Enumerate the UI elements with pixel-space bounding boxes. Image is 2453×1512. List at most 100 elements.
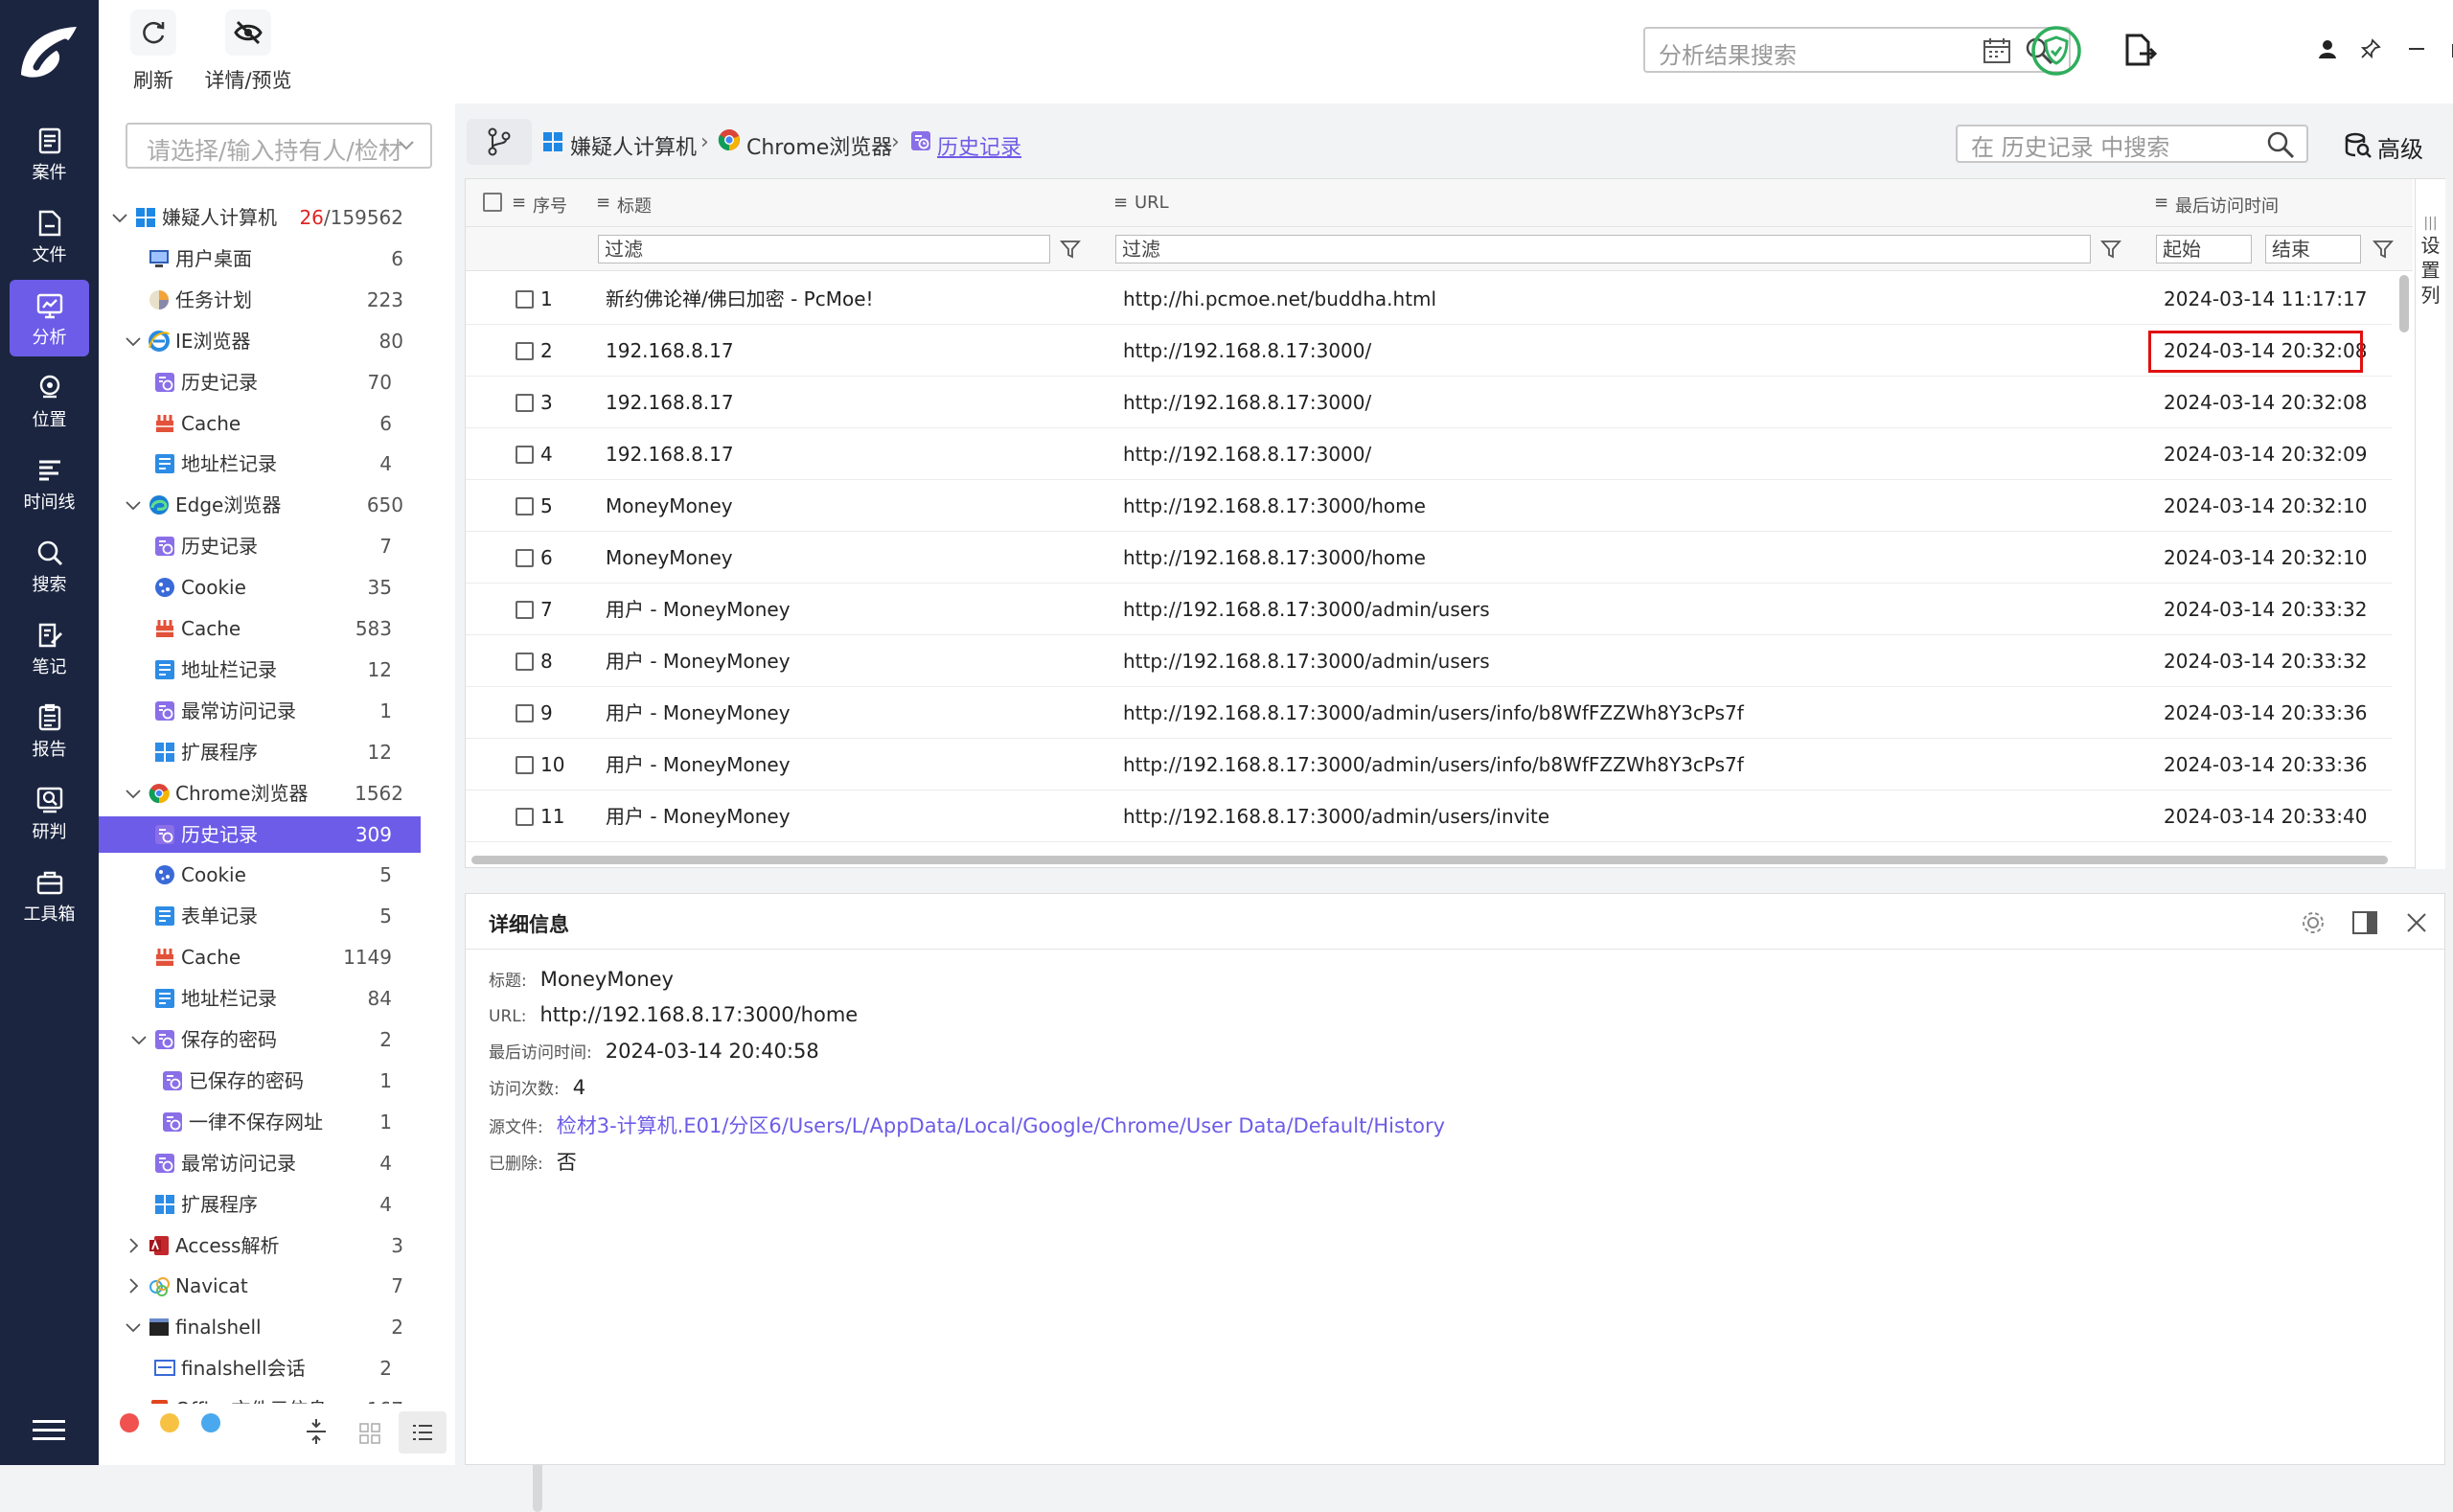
advanced-search-icon[interactable]	[2345, 132, 2372, 159]
nav-item-case[interactable]: 案件	[10, 115, 89, 192]
holder-select[interactable]: 请选择/输入持有人/检材	[126, 123, 432, 169]
table-row[interactable]: 2 192.168.8.17 http://192.168.8.17:3000/20…	[466, 325, 2392, 377]
tree-item[interactable]: 嫌疑人计算机 26/159562	[110, 199, 432, 236]
tree-item[interactable]: 地址栏记录 4	[99, 446, 421, 482]
nav-item-search[interactable]: 搜索	[10, 527, 89, 604]
tree-item[interactable]: 扩展程序 4	[99, 1186, 421, 1223]
header-url[interactable]: URL	[1135, 193, 1169, 213]
search-icon[interactable]	[2266, 130, 2295, 159]
export-file-icon[interactable]	[2122, 33, 2157, 67]
table-row[interactable]: 5 MoneyMoney http://192.168.8.17:3000/home…	[466, 480, 2392, 532]
advanced-search-button[interactable]: 高级	[2377, 130, 2423, 164]
chevron-down-icon[interactable]	[124, 1317, 143, 1337]
tree-item[interactable]: Cache 583	[99, 610, 421, 647]
table-row[interactable]: 8 用户 - MoneyMoney http://192.168.8.17:3000…	[466, 635, 2392, 687]
row-checkbox[interactable]	[516, 394, 534, 412]
chevron-down-icon[interactable]	[110, 208, 129, 227]
tree-item[interactable]: Edge浏览器 650	[110, 487, 432, 523]
table-row[interactable]: 4 192.168.8.17 http://192.168.8.17:3000/20…	[466, 428, 2392, 480]
filter-icon[interactable]	[2100, 239, 2121, 260]
collapse-icon[interactable]	[305, 1417, 328, 1446]
nav-item-toolbox[interactable]: 工具箱	[10, 857, 89, 933]
row-checkbox[interactable]	[516, 756, 534, 774]
tree-item[interactable]: 历史记录 70	[99, 364, 421, 401]
branch-button[interactable]	[467, 119, 532, 165]
tree-item[interactable]: finalshell 2	[110, 1309, 432, 1345]
title-filter-input[interactable]: 过滤	[598, 235, 1050, 263]
table-row[interactable]: 9 用户 - MoneyMoney http://192.168.8.17:3000…	[466, 687, 2392, 739]
header-title[interactable]: 标题	[617, 193, 652, 218]
nav-item-report[interactable]: 报告	[10, 692, 89, 768]
chevron-right-icon[interactable]	[124, 1236, 143, 1255]
tree-item[interactable]: 最常访问记录 4	[99, 1145, 421, 1181]
tree-item[interactable]: finalshell会话 2	[99, 1350, 421, 1386]
chevron-down-icon[interactable]	[124, 784, 143, 803]
tree-item[interactable]: 扩展程序 12	[99, 734, 421, 770]
nav-item-note[interactable]: 笔记	[10, 609, 89, 686]
list-view-button[interactable]	[399, 1411, 447, 1454]
nav-item-analysis[interactable]: 分析	[10, 280, 89, 356]
nav-item-location[interactable]: 位置	[10, 362, 89, 439]
status-dot-blue[interactable]	[201, 1413, 220, 1432]
chevron-down-icon[interactable]	[129, 1030, 149, 1049]
tree-item[interactable]: 历史记录 309	[99, 815, 421, 853]
analysis-search-input[interactable]: 分析结果搜索	[1643, 27, 2071, 73]
grid-view-icon[interactable]	[359, 1423, 380, 1444]
menu-icon[interactable]	[31, 1416, 67, 1445]
table-row[interactable]: 10 用户 - MoneyMoney http://192.168.8.17:300…	[466, 739, 2392, 790]
table-row[interactable]: 11 用户 - MoneyMoney http://192.168.8.17:300…	[466, 790, 2392, 842]
calendar-icon[interactable]	[1983, 37, 2011, 64]
select-all-checkbox[interactable]	[483, 193, 502, 212]
tree-item[interactable]: 表单记录 5	[99, 898, 421, 934]
user-icon[interactable]	[2317, 38, 2338, 59]
tree-item[interactable]: 一律不保存网址 1	[99, 1104, 421, 1140]
panel-layout-icon[interactable]	[2351, 909, 2378, 936]
tree-item[interactable]: 保存的密码 2	[99, 1021, 421, 1058]
table-row[interactable]: 6 MoneyMoney http://192.168.8.17:3000/home…	[466, 532, 2392, 584]
table-row[interactable]: 7 用户 - MoneyMoney http://192.168.8.17:3000…	[466, 584, 2392, 635]
breadcrumb-item-computer[interactable]: 嫌疑人计算机	[570, 130, 697, 161]
tree-item[interactable]: Cookie 5	[99, 857, 421, 893]
row-checkbox[interactable]	[516, 497, 534, 515]
detail-source-link[interactable]: 检材3-计算机.E01/分区6/Users/L/AppData/Local/Go…	[557, 1114, 1445, 1137]
tree-item[interactable]: 历史记录 7	[99, 528, 421, 564]
breadcrumb-item-chrome[interactable]: Chrome浏览器	[746, 130, 892, 161]
nav-item-file[interactable]: 文件	[10, 197, 89, 274]
pin-icon[interactable]	[2360, 38, 2381, 59]
shield-check-icon[interactable]	[2030, 25, 2082, 77]
tree-item[interactable]: 用户桌面 6	[110, 241, 432, 277]
status-dot-red[interactable]	[120, 1413, 139, 1432]
tree-item[interactable]: Navicat 7	[110, 1268, 432, 1304]
tree-item[interactable]: Cache 1149	[99, 939, 421, 975]
end-time-input[interactable]: 结束	[2265, 235, 2361, 263]
tree-item[interactable]: Access解析 3	[110, 1227, 432, 1264]
tree-item[interactable]: IE浏览器 80	[110, 323, 432, 359]
close-icon[interactable]	[2405, 911, 2428, 934]
tree-item[interactable]: 任务计划 223	[110, 282, 432, 318]
chevron-right-icon[interactable]	[124, 1276, 143, 1295]
row-checkbox[interactable]	[516, 704, 534, 722]
table-horizontal-scrollbar[interactable]	[471, 856, 2388, 864]
row-checkbox[interactable]	[516, 549, 534, 567]
tree-item[interactable]: Cache 6	[99, 405, 421, 442]
tree-item[interactable]: 地址栏记录 84	[99, 980, 421, 1017]
row-checkbox[interactable]	[516, 653, 534, 671]
table-row[interactable]: 1 新约佛论禅/佛曰加密 - PcMoe! http://hi.pcmoe.net/…	[466, 273, 2392, 325]
refresh-button[interactable]: 刷新	[115, 10, 192, 94]
nav-item-judge[interactable]: 研判	[10, 774, 89, 851]
history-search-input[interactable]: 在 历史记录 中搜索	[1956, 125, 2308, 163]
header-last-visit[interactable]: 最后访问时间	[2175, 193, 2279, 218]
minimize-icon[interactable]	[2406, 38, 2427, 59]
column-settings-tab[interactable]: ||| 设置列	[2415, 179, 2445, 869]
tree-item[interactable]: Chrome浏览器 1562	[110, 775, 432, 812]
url-filter-input[interactable]: 过滤	[1115, 235, 2091, 263]
tree-item[interactable]: 地址栏记录 12	[99, 652, 421, 688]
tree-item[interactable]: 已保存的密码 1	[99, 1063, 421, 1099]
breadcrumb-item-history[interactable]: 历史记录	[937, 130, 1021, 161]
chevron-down-icon[interactable]	[124, 495, 143, 515]
table-row[interactable]: 3 192.168.8.17 http://192.168.8.17:3000/20…	[466, 377, 2392, 428]
gear-icon[interactable]	[2300, 909, 2327, 936]
start-time-input[interactable]: 起始	[2156, 235, 2252, 263]
tree-item[interactable]: Cookie 35	[99, 569, 421, 606]
tree-item[interactable]: 最常访问记录 1	[99, 693, 421, 729]
